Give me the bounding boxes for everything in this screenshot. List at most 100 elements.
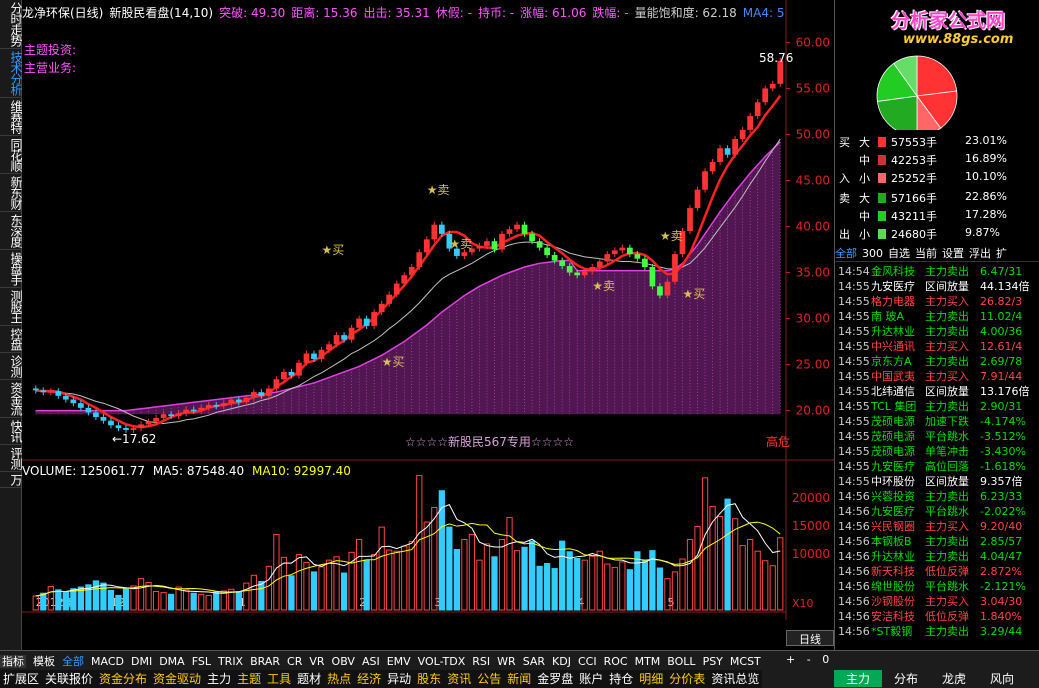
nav-tab[interactable]: 快讯 xyxy=(0,418,23,445)
ticker-row[interactable]: 14:55 TCL 集团 主力卖出 2.90/31 xyxy=(835,399,1039,414)
ticker-row[interactable]: 14:55 茂硕电源 平台跳水 -3.512% xyxy=(835,429,1039,444)
indicator-tab[interactable]: DMA xyxy=(159,655,185,668)
menu-item[interactable]: 主力 xyxy=(207,672,231,686)
menu-item[interactable]: 经济 xyxy=(357,672,381,686)
ticker-row[interactable]: 14:56 本钢板B 主力卖出 2.85/57 xyxy=(835,534,1039,549)
theme-tag[interactable]: 主题投资: xyxy=(24,41,76,58)
menu-item[interactable]: 金罗盘 xyxy=(537,672,573,686)
period-button[interactable]: 日线 xyxy=(786,630,834,646)
ticker-row[interactable]: 14:55 中兴通讯 主力买入 12.61/4 xyxy=(835,339,1039,354)
indicator-tab[interactable]: 指标 xyxy=(0,655,26,668)
business-tag[interactable]: 主营业务: xyxy=(24,59,76,76)
ticker-row[interactable]: 14:56 *ST毅钢 主力卖出 3.29/44 xyxy=(835,624,1039,639)
indicator-tab[interactable]: SAR xyxy=(523,655,545,668)
menu-item[interactable]: 热点 xyxy=(327,672,351,686)
menu-item[interactable]: 账户 xyxy=(579,672,603,686)
indicator-tab[interactable]: BOLL xyxy=(667,655,695,668)
nav-tab[interactable]: 新东财 xyxy=(0,174,23,212)
nav-tab[interactable]: 同花顺 xyxy=(0,136,23,174)
indicator-tab[interactable]: 模板 xyxy=(33,655,55,668)
right-tab[interactable]: 龙虎 xyxy=(930,670,978,687)
nav-tab[interactable]: 评测 xyxy=(0,445,23,472)
menu-item[interactable]: 题材 xyxy=(297,672,321,686)
indicator-tab[interactable]: OBV xyxy=(332,655,355,668)
menu-item[interactable]: 新闻 xyxy=(507,672,531,686)
menu-item[interactable]: 关联报价 xyxy=(45,672,93,686)
nav-tab[interactable]: 资金流 xyxy=(0,380,23,418)
nav-tab[interactable]: 诊测 xyxy=(0,353,23,380)
menu-item[interactable]: 工具 xyxy=(267,672,291,686)
ticker-row[interactable]: 14:56 升达林业 主力卖出 4.04/47 xyxy=(835,549,1039,564)
ticker-row[interactable]: 14:55 格力电器 主力买入 26.82/3 xyxy=(835,294,1039,309)
menu-item[interactable]: 明细 xyxy=(639,672,663,686)
indicator-tab[interactable]: WR xyxy=(497,655,516,668)
indicator-tab[interactable]: EMV xyxy=(387,655,411,668)
nav-tab[interactable]: 控盘 xyxy=(0,326,23,353)
menu-item[interactable]: 主题 xyxy=(237,672,261,686)
ticker-row[interactable]: 14:56 绵世股份 平台跳水 -2.121% xyxy=(835,579,1039,594)
menu-item[interactable]: 资金分布 xyxy=(99,672,147,686)
ticker-row[interactable]: 14:54 金风科技 主力卖出 6.47/31 xyxy=(835,264,1039,279)
menu-item[interactable]: 异动 xyxy=(387,672,411,686)
indicator-tab[interactable]: VR xyxy=(309,655,324,668)
ticker-row[interactable]: 14:55 北纬通信 区间放量 13.176倍 xyxy=(835,384,1039,399)
indicator-tab[interactable]: MCST xyxy=(730,655,761,668)
nav-tab[interactable]: 分时走势 xyxy=(0,0,23,49)
ticker-row[interactable]: 14:55 九安医疗 区间放量 44.134倍 xyxy=(835,279,1039,294)
kline-chart-area[interactable]: 60.00 55.00 50.00 45.00 40.00 35.00 30.00 25.00… xyxy=(22,0,834,650)
menu-item[interactable]: 公告 xyxy=(477,672,501,686)
indicator-tab[interactable]: PSY xyxy=(703,655,723,668)
indicator-tab[interactable]: ASI xyxy=(362,655,380,668)
zoom-reset-button[interactable]: 0 xyxy=(822,653,829,666)
indicator-tab[interactable]: DMI xyxy=(131,655,152,668)
ticker-tab[interactable]: 扩 xyxy=(996,247,1007,260)
ticker-row[interactable]: 14:55 升达林业 主力卖出 4.00/36 xyxy=(835,324,1039,339)
ticker-tab[interactable]: 浮出 xyxy=(969,247,991,260)
ticker-row[interactable]: 14:56 九安医疗 平台跳水 -2.022% xyxy=(835,504,1039,519)
nav-tab-active[interactable]: 技术分析 xyxy=(0,49,23,98)
ticker-row[interactable]: 14:55 九安医疗 高位回落 -1.618% xyxy=(835,459,1039,474)
ticker-row[interactable]: 14:55 中国武夷 主力买入 7.91/44 xyxy=(835,369,1039,384)
ticker-row[interactable]: 14:55 南 玻A 主力卖出 11.02/4 xyxy=(835,309,1039,324)
indicator-tab[interactable]: FSL xyxy=(192,655,211,668)
menu-item[interactable]: 资金驱动 xyxy=(153,672,201,686)
indicator-tab[interactable]: ROC xyxy=(604,655,628,668)
indicator-tab[interactable]: CCI xyxy=(578,655,597,668)
ticker-tab[interactable]: 设置 xyxy=(942,247,964,260)
nav-tab[interactable]: 测股王 xyxy=(0,288,23,326)
ticker-row[interactable]: 14:56 安洁科技 低位反弹 1.840% xyxy=(835,609,1039,624)
kline-chart-svg[interactable]: 60.00 55.00 50.00 45.00 40.00 35.00 30.00 25.00… xyxy=(22,0,834,650)
nav-tab[interactable]: 维赛特 xyxy=(0,98,23,136)
ticker-row[interactable]: 14:56 兴民钢圈 主力买入 9.20/40 xyxy=(835,519,1039,534)
menu-item[interactable]: 分价表 xyxy=(669,672,705,686)
ticker-tab[interactable]: 300 xyxy=(862,247,883,260)
ticker-row[interactable]: 14:55 京东方A 主力卖出 2.69/78 xyxy=(835,354,1039,369)
zoom-out-button[interactable]: - xyxy=(807,653,811,666)
indicator-tab[interactable]: BRAR xyxy=(250,655,280,668)
indicator-tab[interactable]: VOL-TDX xyxy=(418,655,466,668)
menu-item[interactable]: 扩展区 xyxy=(3,672,39,686)
menu-item[interactable]: 资讯总览 xyxy=(711,672,759,686)
ticker-row[interactable]: 14:55 茂硕电源 加速下跌 -4.174% xyxy=(835,414,1039,429)
ticker-row[interactable]: 14:56 兴蓉投资 主力卖出 6.23/33 xyxy=(835,489,1039,504)
right-tab[interactable]: 主力 xyxy=(834,670,882,687)
nav-tab[interactable]: 东深度 xyxy=(0,212,23,250)
ticker-row[interactable]: 14:56 新天科技 低位反弹 2.872% xyxy=(835,564,1039,579)
indicator-tab[interactable]: 全部 xyxy=(62,655,84,668)
ticker-row[interactable]: 14:56 沙钢股份 主力买入 3.04/30 xyxy=(835,594,1039,609)
menu-item[interactable]: 持仓 xyxy=(609,672,633,686)
zoom-in-button[interactable]: + xyxy=(786,653,795,666)
menu-item[interactable]: 资讯 xyxy=(447,672,471,686)
indicator-tab[interactable]: CR xyxy=(287,655,302,668)
indicator-tab[interactable]: MTM xyxy=(635,655,661,668)
nav-tab[interactable]: 操盘手 xyxy=(0,250,23,288)
indicator-tab[interactable]: KDJ xyxy=(552,655,571,668)
ticker-tab[interactable]: 当前 xyxy=(915,247,937,260)
right-tab[interactable]: 风向 xyxy=(978,670,1026,687)
nav-tab[interactable]: 万 xyxy=(0,472,23,488)
ticker-tab[interactable]: 自选 xyxy=(888,247,910,260)
indicator-tab[interactable]: MACD xyxy=(91,655,124,668)
menu-item[interactable]: 股东 xyxy=(417,672,441,686)
indicator-tab[interactable]: TRIX xyxy=(218,655,243,668)
ticker-row[interactable]: 14:55 茂硕电源 单笔冲击 -3.430% xyxy=(835,444,1039,459)
